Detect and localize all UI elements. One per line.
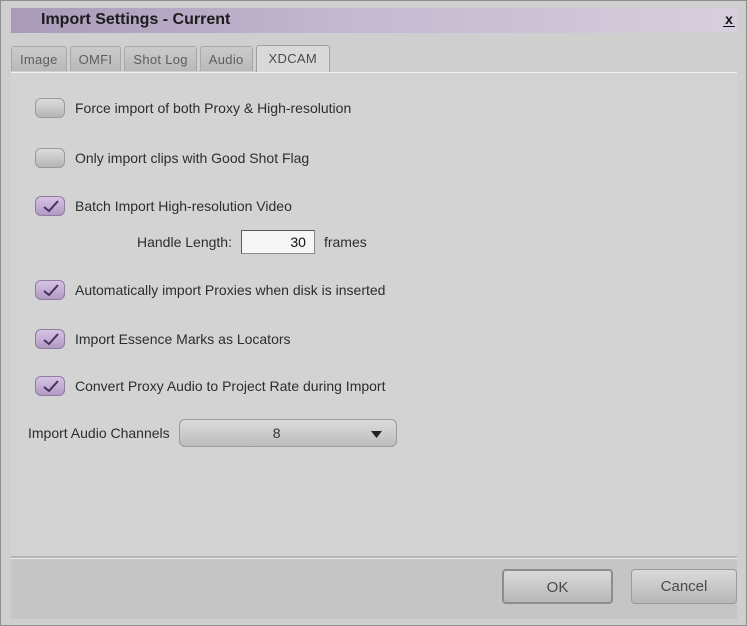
title-bar[interactable]: Import Settings - Current x [11, 8, 737, 33]
handle-length-unit: frames [323, 234, 367, 250]
xdcam-settings-panel: Force import of both Proxy & High-resolu… [11, 72, 737, 556]
essence-marks-checkbox[interactable] [35, 329, 65, 349]
audio-channels-select[interactable]: 8 [178, 419, 397, 447]
option-good-shot-flag: Only import clips with Good Shot Flag [35, 146, 309, 170]
handle-length-label: Handle Length: [137, 234, 232, 250]
audio-channels-value: 8 [272, 425, 281, 441]
close-button[interactable]: x [721, 11, 737, 27]
option-convert-proxy-audio: Convert Proxy Audio to Project Rate duri… [35, 374, 385, 398]
auto-import-proxies-checkbox[interactable] [35, 280, 65, 300]
checkmark-icon [43, 284, 59, 297]
option-force-import: Force import of both Proxy & High-resolu… [35, 96, 351, 120]
tab-image[interactable]: Image [11, 46, 67, 71]
audio-channels-row: Import Audio Channels 8 [28, 419, 397, 447]
handle-length-row: Handle Length: 30 frames [137, 230, 367, 254]
tab-bar: Image OMFI Shot Log Audio XDCAM [11, 45, 330, 72]
tab-omfi[interactable]: OMFI [69, 46, 122, 71]
tab-xdcam[interactable]: XDCAM [255, 45, 330, 72]
convert-proxy-audio-label: Convert Proxy Audio to Project Rate duri… [75, 378, 386, 394]
good-shot-flag-label: Only import clips with Good Shot Flag [75, 150, 310, 166]
ok-button[interactable]: OK [502, 569, 613, 604]
option-auto-import-proxies: Automatically import Proxies when disk i… [35, 278, 385, 302]
cancel-button[interactable]: Cancel [631, 569, 737, 604]
essence-marks-label: Import Essence Marks as Locators [75, 331, 291, 347]
chevron-down-icon [370, 431, 382, 438]
batch-import-label: Batch Import High-resolution Video [75, 198, 292, 214]
convert-proxy-audio-checkbox[interactable] [35, 376, 65, 396]
dialog-footer: OK Cancel [11, 559, 737, 619]
import-settings-dialog: Import Settings - Current x Image OMFI S… [0, 0, 747, 626]
batch-import-checkbox[interactable] [35, 196, 65, 216]
audio-channels-label: Import Audio Channels [28, 425, 170, 441]
tab-shot-log[interactable]: Shot Log [124, 46, 197, 71]
good-shot-flag-checkbox[interactable] [35, 148, 65, 168]
tab-audio[interactable]: Audio [199, 46, 253, 71]
option-essence-marks: Import Essence Marks as Locators [35, 327, 291, 351]
dialog-title: Import Settings - Current [41, 11, 231, 28]
auto-import-proxies-label: Automatically import Proxies when disk i… [75, 282, 386, 298]
checkmark-icon [43, 200, 59, 213]
force-import-checkbox[interactable] [35, 98, 65, 118]
checkmark-icon [43, 333, 59, 346]
handle-length-input[interactable]: 30 [240, 230, 315, 254]
option-batch-import: Batch Import High-resolution Video [35, 194, 292, 218]
checkmark-icon [43, 380, 59, 393]
force-import-label: Force import of both Proxy & High-resolu… [75, 100, 352, 116]
